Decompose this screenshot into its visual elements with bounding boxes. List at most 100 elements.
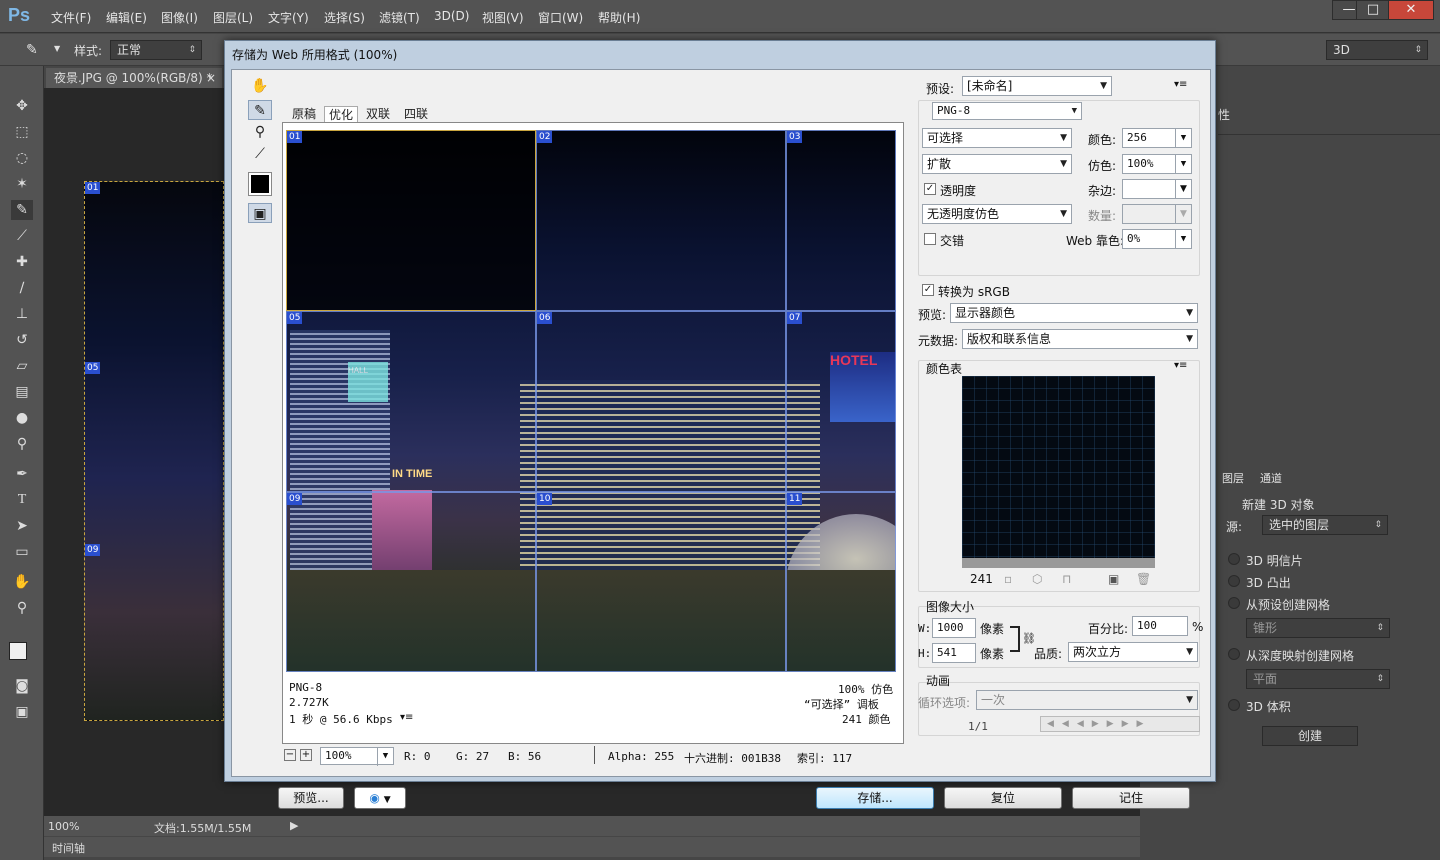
preview-button[interactable]: 预览... (278, 787, 344, 809)
magic-wand-icon[interactable]: ✶ (11, 174, 33, 194)
lock-color-icon[interactable]: ⊓ (1062, 572, 1071, 586)
menu-edit[interactable]: 编辑(E) (106, 9, 147, 26)
link-icon[interactable]: ⛓ (1022, 632, 1036, 645)
format-select[interactable]: PNG-8 ▼ (932, 102, 1082, 120)
preview-image[interactable]: HALL HOTEL IN TIME 01 02 03 05 06 07 09 … (286, 130, 896, 672)
menu-help[interactable]: 帮助(H) (598, 9, 640, 26)
menu-layer[interactable]: 图层(L) (213, 9, 253, 26)
style-select[interactable]: 正常 ⇕ (110, 40, 202, 60)
radio-3d-volume[interactable] (1228, 699, 1240, 711)
slice-06[interactable]: 06 (536, 311, 786, 492)
move-tool-icon[interactable]: ✥ (11, 96, 33, 116)
convert-srgb-label[interactable]: 转换为 sRGB (938, 283, 1010, 300)
properties-tab[interactable]: 性 (1218, 106, 1230, 123)
radio-preset-mesh[interactable] (1228, 597, 1240, 609)
dodge-icon[interactable]: ⚲ (11, 434, 33, 454)
option-preset-mesh[interactable]: 从预设创建网格 (1246, 596, 1330, 613)
slice-03[interactable]: 03 (786, 130, 896, 311)
web-shift-icon[interactable]: ⬡ (1032, 572, 1042, 586)
blur-icon[interactable]: ● (11, 408, 33, 428)
zoom-tool-icon[interactable]: ⚲ (11, 598, 33, 618)
metadata-select[interactable]: 版权和联系信息 ▼ (962, 329, 1198, 349)
speed-menu-icon[interactable]: ▾≡ (400, 712, 413, 723)
eyedropper-icon[interactable]: ⟋ (248, 144, 272, 164)
loop-select[interactable]: 一次 ▼ (976, 690, 1198, 710)
amount-input[interactable]: ▼ (1122, 204, 1192, 224)
path-selection-icon[interactable]: ➤ (11, 516, 33, 536)
reset-button[interactable]: 复位 (944, 787, 1062, 809)
option-3d-postcard[interactable]: 3D 明信片 (1246, 552, 1303, 569)
document-image[interactable]: 01 05 09 (84, 181, 224, 721)
timeline-label[interactable]: 时间轴 (52, 840, 85, 856)
zoom-tool-icon[interactable]: ⚲ (248, 122, 272, 142)
eraser-icon[interactable]: ▱ (11, 356, 33, 376)
brush-icon[interactable]: ∕ (11, 278, 33, 298)
slice-07[interactable]: 07 (786, 311, 896, 492)
interlace-label[interactable]: 交错 (940, 232, 964, 249)
interlace-checkbox[interactable] (924, 233, 936, 245)
menu-3d[interactable]: 3D(D) (434, 9, 469, 23)
tab-optimized[interactable]: 优化 (324, 106, 359, 122)
type-tool-icon[interactable]: T (11, 490, 33, 510)
close-button[interactable]: ✕ (1388, 0, 1434, 20)
stamp-icon[interactable]: ⊥ (11, 304, 33, 324)
tab-4up[interactable]: 四联 (400, 106, 432, 122)
height-input[interactable]: 541 (932, 643, 976, 663)
color-table-menu-icon[interactable]: ▾≡ (1174, 360, 1187, 371)
create-button[interactable]: 创建 (1262, 726, 1358, 746)
quick-mask-icon[interactable]: ◙ (11, 676, 33, 696)
toggle-slices-icon[interactable]: ▣ (248, 203, 272, 223)
slice-01[interactable]: 01 (286, 130, 536, 311)
maximize-button[interactable]: □ (1356, 0, 1390, 20)
browser-select[interactable]: ◉ ▼ (354, 787, 406, 809)
radio-3d-extrusion[interactable] (1228, 575, 1240, 587)
tab-2up[interactable]: 双联 (362, 106, 394, 122)
menu-file[interactable]: 文件(F) (51, 9, 91, 26)
rectangle-tool-icon[interactable]: ▭ (11, 542, 33, 562)
zoom-out-button[interactable]: − (284, 749, 296, 761)
reduction-select[interactable]: 可选择 ▼ (922, 128, 1072, 148)
pen-icon[interactable]: ✒ (11, 464, 33, 484)
option-3d-volume[interactable]: 3D 体积 (1246, 698, 1291, 715)
dither-input[interactable]: 100% ▼ (1122, 154, 1192, 174)
foreground-color-swatch[interactable] (9, 642, 27, 660)
history-brush-icon[interactable]: ↺ (11, 330, 33, 350)
tab-original[interactable]: 原稿 (288, 106, 320, 122)
transparency-checkbox[interactable]: ✓ (924, 183, 936, 195)
preset-select[interactable]: [未命名] ▼ (962, 76, 1112, 96)
transparency-dither-select[interactable]: 无透明度仿色 ▼ (922, 204, 1072, 224)
optimize-menu-icon[interactable]: ▾≡ (1174, 79, 1187, 90)
marquee-tool-icon[interactable]: ⬚ (11, 122, 33, 142)
preset-mesh-select[interactable]: 锥形 ⇕ (1246, 618, 1390, 638)
lasso-tool-icon[interactable]: ◌ (11, 148, 33, 168)
radio-3d-postcard[interactable] (1228, 553, 1240, 565)
zoom-select[interactable]: 100% ▼ (320, 747, 394, 766)
map-color-icon[interactable]: ▫ (1004, 572, 1012, 586)
menu-view[interactable]: 视图(V) (482, 9, 524, 26)
menu-filter[interactable]: 滤镜(T) (379, 9, 420, 26)
eyedropper-icon[interactable]: ⟋ (11, 226, 33, 246)
play-icon[interactable]: ▶ (290, 819, 298, 832)
remember-button[interactable]: 记住 (1072, 787, 1190, 809)
radio-depth-mesh[interactable] (1228, 648, 1240, 660)
tool-preset-chevron-icon[interactable]: ▼ (54, 44, 60, 53)
eyedropper-color-swatch[interactable] (248, 172, 272, 196)
workspace-select[interactable]: 3D ⇕ (1326, 40, 1428, 60)
matte-select[interactable]: ▼ (1122, 179, 1192, 199)
save-button[interactable]: 存储... (816, 787, 934, 809)
web-snap-input[interactable]: 0% ▼ (1122, 229, 1192, 249)
animation-controls[interactable]: ◀◀◀▶▶▶▶ (1040, 716, 1200, 732)
option-3d-extrusion[interactable]: 3D 凸出 (1246, 574, 1291, 591)
dither-algorithm-select[interactable]: 扩散 ▼ (922, 154, 1072, 174)
screen-mode-icon[interactable]: ▣ (11, 702, 33, 722)
convert-srgb-checkbox[interactable]: ✓ (922, 284, 934, 296)
slice-05[interactable]: 05 (286, 311, 536, 492)
close-tab-icon[interactable]: × (206, 68, 216, 88)
slice-tool-icon[interactable]: ✎ (11, 200, 33, 220)
document-tab[interactable]: 夜景.JPG @ 100%(RGB/8) * × (46, 68, 222, 88)
quality-select[interactable]: 两次立方 ▼ (1068, 642, 1198, 662)
tab-channels[interactable]: 通道 (1260, 470, 1282, 486)
option-depth-mesh[interactable]: 从深度映射创建网格 (1246, 647, 1354, 664)
percent-input[interactable]: 100 (1132, 616, 1188, 636)
gradient-icon[interactable]: ▤ (11, 382, 33, 402)
